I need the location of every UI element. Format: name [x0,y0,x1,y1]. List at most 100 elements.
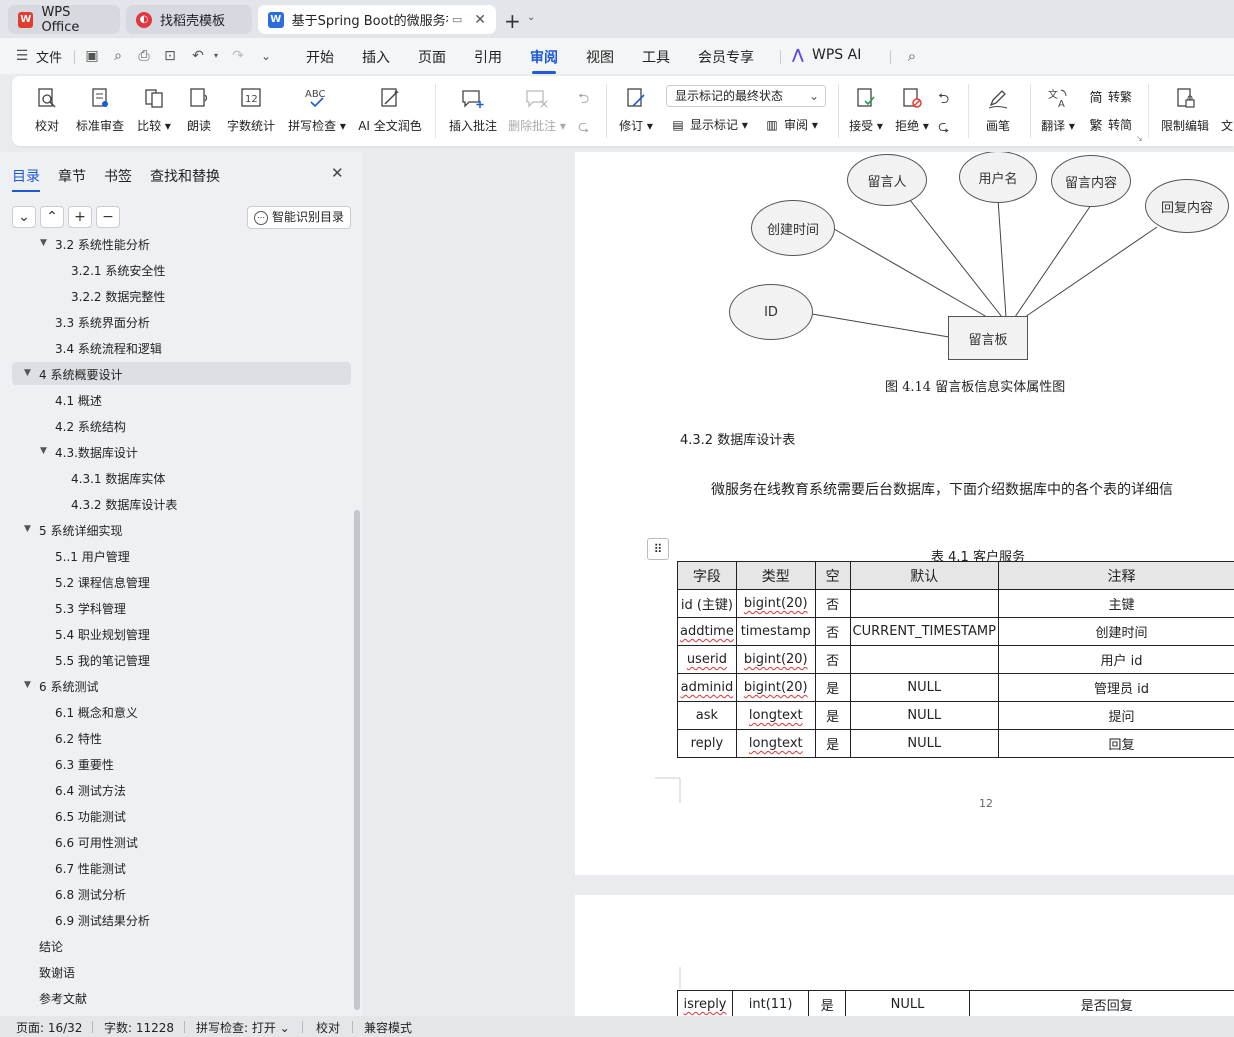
spell-check-button[interactable]: ABC 拼写检查 ▾ [288,84,346,134]
toc-item[interactable]: 5.4 职业规划管理 [55,626,150,643]
pen-button[interactable]: 画笔 [982,84,1014,134]
table-handle-icon[interactable]: ⠿ [647,538,669,560]
toc-item[interactable]: 3.2 系统性能分析 [55,238,150,253]
spell-check-indicator[interactable]: 拼写检查: 打开 ⌄ [196,1019,290,1036]
toc-item[interactable]: 6.4 测试方法 [55,782,126,799]
to-simplified-button[interactable]: 繁转简 [1088,116,1132,134]
restrict-editing-button[interactable]: 限制编辑 [1160,84,1210,134]
more-chevron-icon[interactable]: ⌄ [258,48,274,64]
toc-item[interactable]: 5.3 学科管理 [55,600,126,617]
proofread-indicator[interactable]: 校对 [316,1019,340,1036]
toc-item[interactable]: 3.2.2 数据完整性 [71,288,165,305]
toc-item[interactable]: 4.3.数据库设计 [55,444,138,461]
tab-bookmarks[interactable]: 书签 [104,166,132,186]
undo-icon[interactable]: ↶ [190,48,206,64]
menu-wps-ai[interactable]: WPS AI [812,47,861,63]
toc-item[interactable]: 参考文献 [39,990,87,1007]
standard-review-button[interactable]: 标准审查 [74,84,126,134]
smart-toc-button[interactable]: ⋯ 智能识别目录 [247,206,351,229]
page-indicator[interactable]: 页面: 16/32 [16,1019,82,1036]
tab-chapters[interactable]: 章节 [58,166,86,186]
save-icon[interactable]: ▣ [84,48,100,64]
tab-wps-office[interactable]: W WPS Office [8,5,120,35]
word-count-button[interactable]: 12 字数统计 [226,84,276,134]
toc-item[interactable]: 6.7 性能测试 [55,860,126,877]
undo-dropdown-icon[interactable]: ▾ [208,48,224,64]
close-tab-icon[interactable]: ✕ [474,12,486,28]
insert-comment-button[interactable]: 插入批注 [448,84,498,134]
toc-item[interactable]: 致谢语 [39,964,75,981]
toc-item[interactable]: 3.2.1 系统安全性 [71,262,165,279]
markup-mode-select[interactable]: 显示标记的最终状态 ⌄ [666,85,826,107]
translate-button[interactable]: 文A 翻译 ▾ [1040,84,1076,134]
to-traditional-button[interactable]: 简转繁 [1088,88,1132,106]
chevron-down-icon[interactable]: ⌄ [527,12,535,23]
next-change-icon[interactable]: ⮎ [938,116,949,140]
toc-item[interactable]: 6.9 测试结果分析 [55,912,150,929]
menu-member[interactable]: 会员专享 [698,47,754,67]
pin-icon[interactable]: ⌕ [110,48,126,64]
redo-icon[interactable]: ↷ [230,48,246,64]
tab-current-document[interactable]: W 基于Spring Boot的微服务在 ▭ ✕ [258,5,496,34]
expand-triangle-icon[interactable]: ▼ [24,680,31,690]
read-aloud-button[interactable]: 朗读 [186,84,212,134]
expand-triangle-icon[interactable]: ▼ [24,524,31,534]
toc-item[interactable]: 5 系统详细实现 [39,522,122,539]
toc-item[interactable]: 6.5 功能测试 [55,808,126,825]
tab-toc[interactable]: 目录 [12,166,40,192]
toc-item[interactable]: 4.3.1 数据库实体 [71,470,165,487]
show-markup-button[interactable]: ▤ 显示标记 ▾ [670,116,748,133]
previous-change-icon[interactable]: ⮌ [938,88,949,112]
toc-item[interactable]: 3.3 系统界面分析 [55,314,150,331]
toc-item[interactable]: 6.2 特性 [55,730,102,747]
accept-button[interactable]: 接受 ▾ [848,84,884,134]
print-icon[interactable]: ⎙ [136,48,152,64]
toc-item[interactable]: 6.6 可用性测试 [55,834,138,851]
search-icon[interactable]: ⌕ [904,48,920,64]
menu-home[interactable]: 开始 [306,47,334,67]
toc-item[interactable]: 6.1 概念和意义 [55,704,138,721]
menu-review[interactable]: 审阅 [530,47,558,74]
expand-triangle-icon[interactable]: ▼ [40,238,47,248]
move-up-button[interactable]: ⌃ [40,206,64,228]
menu-insert[interactable]: 插入 [362,47,390,67]
ai-polish-button[interactable]: ✦ AI 全文润色 [358,84,422,134]
previous-comment-icon[interactable]: ⮌ [578,88,589,112]
toc-item[interactable]: 5.5 我的笔记管理 [55,652,150,669]
hamburger-icon[interactable]: ☰ [14,48,30,64]
close-pane-icon[interactable]: ✕ [331,164,344,182]
delete-comment-button[interactable]: 删除批注 ▾ [508,84,566,134]
collapse-down-button[interactable]: ⌄ [12,206,36,228]
document-more-button[interactable]: 文 [1220,84,1234,134]
tab-docer-templates[interactable]: ◐ 找稻壳模板 [126,5,252,34]
toc-item[interactable]: 6 系统测试 [39,678,98,695]
expand-triangle-icon[interactable]: ▼ [24,368,31,378]
reject-button[interactable]: 拒绝 ▾ [894,84,930,134]
menu-references[interactable]: 引用 [474,47,502,67]
tab-find-replace[interactable]: 查找和替换 [150,166,220,186]
toc-item[interactable]: 4.2 系统结构 [55,418,126,435]
toc-item[interactable]: 5.2 课程信息管理 [55,574,150,591]
remove-heading-button[interactable]: − [96,206,120,228]
toc-item[interactable]: 3.4 系统流程和逻辑 [55,340,162,357]
proofread-button[interactable]: 校对 [32,84,62,134]
toc-item[interactable]: 结论 [39,938,63,955]
expand-triangle-icon[interactable]: ▼ [40,446,47,456]
review-pane-button[interactable]: ▥ 审阅 ▾ [764,116,818,133]
toc-item[interactable]: 4 系统概要设计 [39,366,122,383]
menu-page[interactable]: 页面 [418,47,446,67]
print-preview-icon[interactable]: ⊡ [162,48,178,64]
menu-view[interactable]: 视图 [586,47,614,67]
toc-item[interactable]: 6.8 测试分析 [55,886,126,903]
toc-item[interactable]: 5..1 用户管理 [55,548,130,565]
track-changes-button[interactable]: 修订 ▾ [618,84,654,134]
dialog-launcher-icon[interactable]: ↘ [1136,134,1143,143]
toc-item[interactable]: 4.3.2 数据库设计表 [71,496,177,513]
word-count-indicator[interactable]: 字数: 11228 [104,1019,174,1036]
menu-tools[interactable]: 工具 [642,47,670,67]
menu-file[interactable]: 文件 [36,47,62,66]
next-comment-icon[interactable]: ⮎ [578,116,589,140]
toc-item[interactable]: 6.3 重要性 [55,756,114,773]
add-heading-button[interactable]: + [68,206,92,228]
toc-item[interactable]: 4.1 概述 [55,392,102,409]
